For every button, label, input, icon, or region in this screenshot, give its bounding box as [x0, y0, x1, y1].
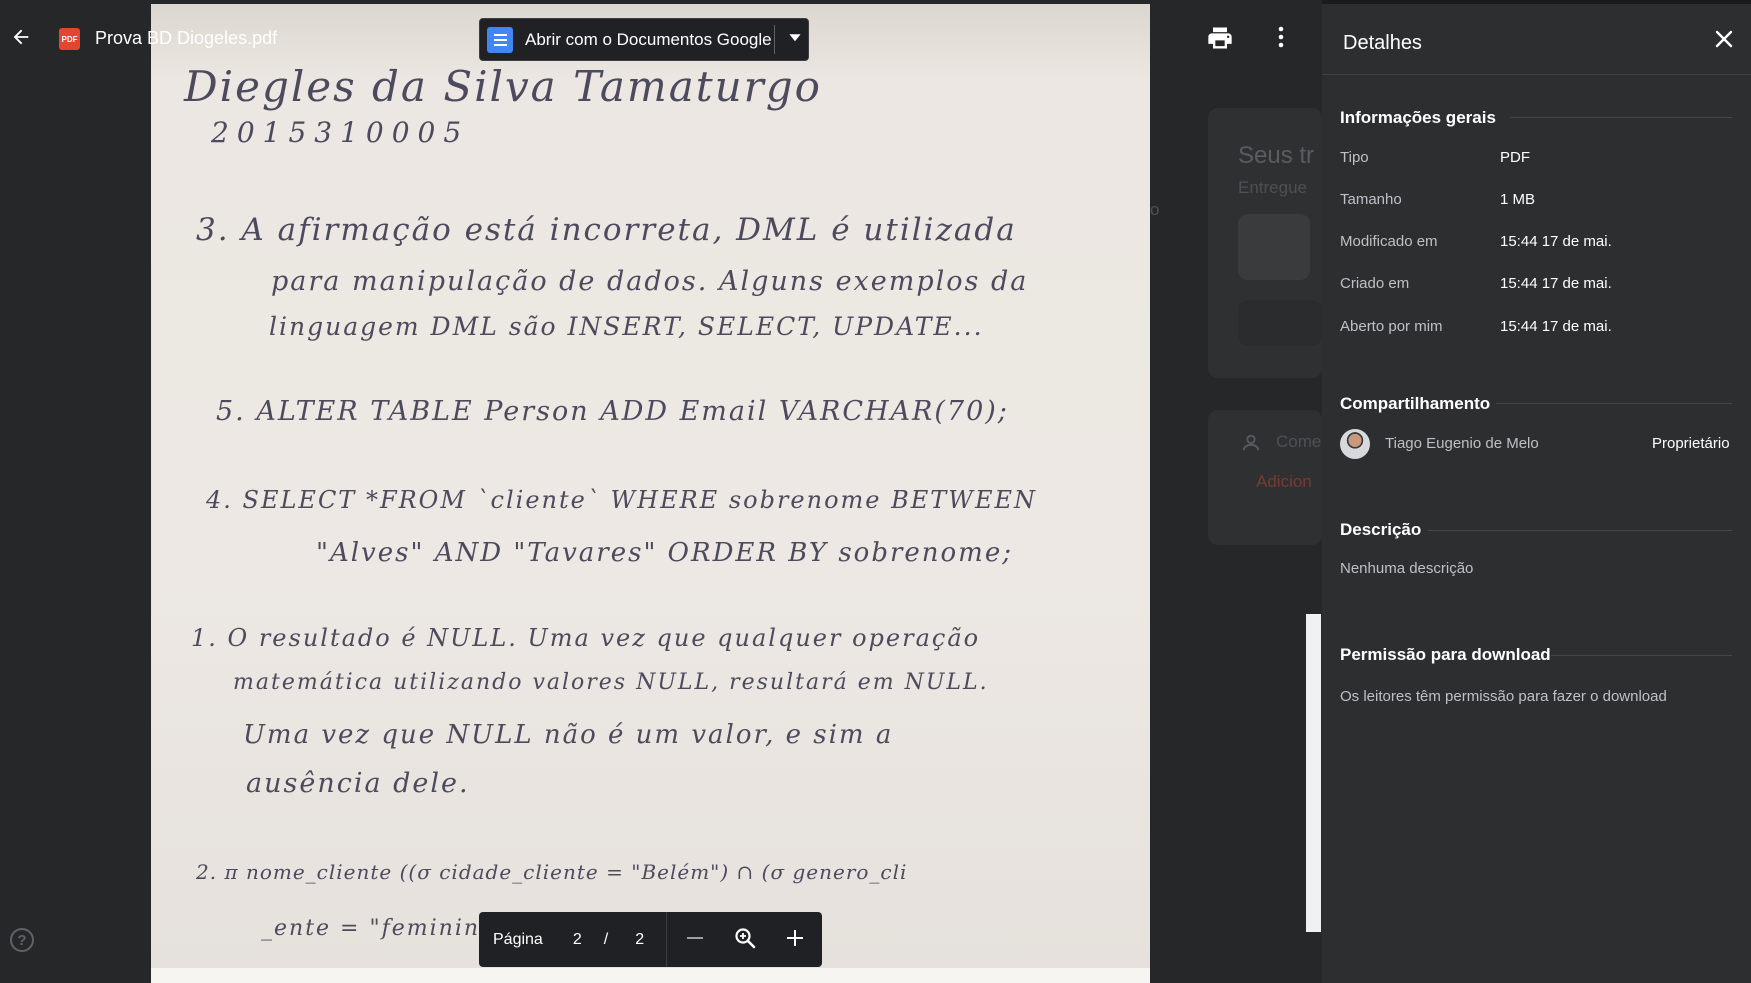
- scrollbar[interactable]: [1306, 614, 1321, 932]
- handwritten-line: 1. O resultado é NULL. Uma vez que qualq…: [191, 624, 981, 652]
- pdf-page: Diegles da Silva Tamaturgo 2015310005 3.…: [151, 4, 1150, 968]
- section-divider: [1510, 117, 1732, 118]
- background-add-link: Adicion: [1256, 472, 1312, 491]
- handwritten-line: linguagem DML são INSERT, SELECT, UPDATE…: [269, 312, 984, 341]
- info-value: 15:44 17 de mai.: [1500, 233, 1612, 250]
- file-title: Prova BD Diogeles.pdf: [95, 28, 278, 48]
- handwritten-line: para manipulação de dados. Alguns exempl…: [271, 266, 1029, 297]
- sharing-heading: Compartilhamento: [1340, 394, 1491, 413]
- section-divider: [1428, 530, 1732, 531]
- total-pages: 2: [635, 930, 645, 948]
- handwritten-line: Uma vez que NULL não é um valor, e sim a: [243, 720, 894, 750]
- close-icon: [1714, 29, 1734, 54]
- handwritten-line: 2015310005: [211, 116, 470, 149]
- current-page[interactable]: 2: [573, 931, 582, 949]
- details-title: Detalhes: [1343, 32, 1422, 54]
- print-button[interactable]: [1205, 24, 1237, 54]
- minus-icon: [685, 928, 705, 953]
- open-with-google-docs-button[interactable]: Abrir com o Documentos Google: [479, 18, 809, 61]
- handwritten-line: 4. SELECT *FROM `cliente` WHERE sobrenom…: [206, 486, 1037, 514]
- download-permission-heading: Permissão para download: [1340, 645, 1551, 664]
- info-value: 15:44 17 de mai.: [1500, 318, 1612, 335]
- more-options-button[interactable]: [1268, 24, 1294, 54]
- avatar: [1340, 429, 1370, 459]
- pdf-file-icon: PDF: [59, 28, 80, 50]
- google-docs-icon: [487, 26, 513, 53]
- back-button[interactable]: [6, 24, 36, 54]
- more-vert-icon: [1278, 26, 1284, 53]
- info-value: 1 MB: [1500, 191, 1536, 208]
- person-icon: [1240, 432, 1262, 459]
- open-with-divider: [774, 25, 775, 54]
- handwritten-line: "Alves" AND "Tavares" ORDER BY sobrenome…: [316, 538, 1013, 568]
- section-divider: [1496, 403, 1732, 404]
- info-value: PDF: [1500, 149, 1530, 166]
- zoom-in-button[interactable]: [780, 925, 810, 955]
- info-label: Aberto por mim: [1340, 318, 1443, 335]
- background-comment: Come: [1276, 432, 1322, 451]
- info-label: Criado em: [1340, 275, 1410, 292]
- close-details-button[interactable]: [1711, 28, 1737, 54]
- info-value: 15:44 17 de mai.: [1500, 275, 1612, 292]
- description-text: Nenhuma descrição: [1340, 560, 1474, 577]
- page-label: Página: [493, 930, 543, 948]
- download-permission-text: Os leitores têm permissão para fazer o d…: [1340, 688, 1667, 705]
- owner-name: Tiago Eugenio de Melo: [1385, 435, 1539, 452]
- info-label: Modificado em: [1340, 233, 1438, 250]
- handwritten-line: 2. π nome_cliente ((σ cidade_cliente = "…: [196, 860, 908, 884]
- plus-icon: [785, 928, 805, 953]
- help-button[interactable]: ?: [10, 928, 34, 952]
- details-panel: Detalhes Informações gerais Tipo PDF Tam…: [1322, 4, 1751, 983]
- handwritten-line: 5. ALTER TABLE Person ADD Email VARCHAR(…: [216, 396, 1009, 427]
- arrow-back-icon: [10, 26, 32, 53]
- background-thumb: [1238, 214, 1310, 280]
- background-side-text: o: [1150, 200, 1160, 219]
- page-separator: /: [603, 930, 609, 948]
- zoom-out-button[interactable]: [680, 925, 710, 955]
- info-label: Tipo: [1340, 149, 1369, 166]
- open-with-dropdown[interactable]: [782, 19, 808, 60]
- background-heading: Seus tr: [1238, 142, 1315, 169]
- page-controls-divider: [666, 912, 667, 967]
- help-icon: ?: [17, 931, 27, 949]
- handwritten-line: Diegles da Silva Tamaturgo: [184, 62, 822, 111]
- general-info-heading: Informações gerais: [1340, 108, 1496, 127]
- info-label: Tamanho: [1340, 191, 1402, 208]
- handwritten-line: 3. A afirmação está incorreta, DML é uti…: [196, 212, 1017, 248]
- background-subheading: Entregue: [1238, 178, 1307, 197]
- background-box: [1238, 300, 1322, 346]
- description-heading: Descrição: [1340, 520, 1422, 539]
- open-with-label: Abrir com o Documentos Google: [525, 29, 772, 49]
- details-header-divider: [1322, 74, 1751, 75]
- section-divider: [1551, 655, 1732, 656]
- zoom-button[interactable]: [730, 925, 760, 955]
- caret-down-icon: [788, 30, 802, 49]
- zoom-icon: [733, 926, 757, 955]
- print-icon: [1205, 27, 1235, 56]
- page-bottom-margin: [151, 968, 1150, 983]
- owner-role: Proprietário: [1652, 435, 1730, 452]
- handwritten-line: ausência dele.: [246, 768, 470, 799]
- handwritten-line: matemática utilizando valores NULL, resu…: [233, 670, 989, 695]
- page-controls: Página 2 / 2: [479, 912, 822, 967]
